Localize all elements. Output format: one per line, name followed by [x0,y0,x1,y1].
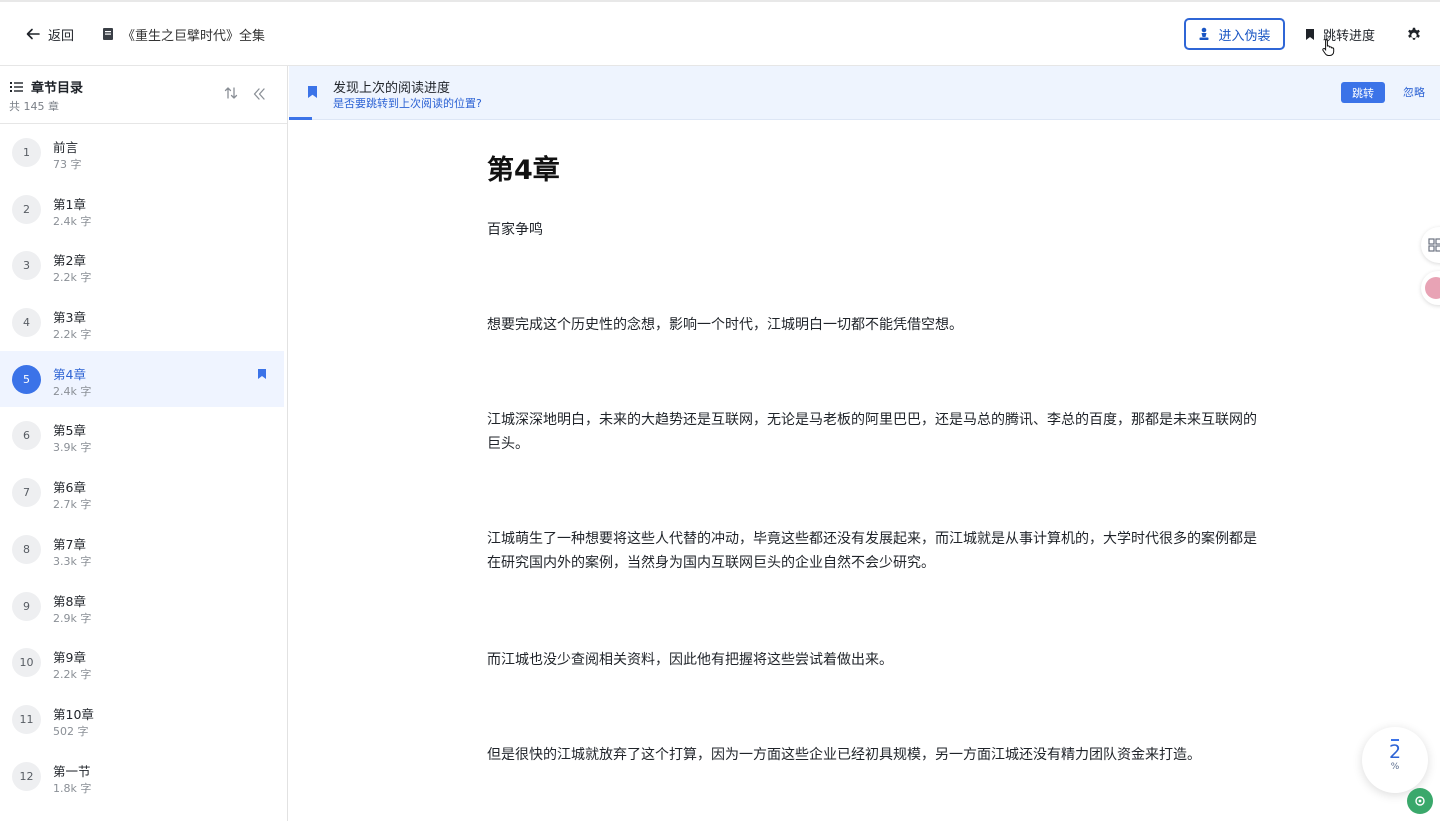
paragraph: 但是很快的江城就放弃了这个打算，因为一方面这些企业已经初具规模，另一方面江城还没… [487,747,1201,763]
floating-action-button[interactable] [1407,788,1433,814]
chapter-number: 3 [12,251,41,281]
chess-pawn-icon [1199,27,1209,40]
chapter-number: 2 [12,194,41,224]
chapter-title: 第一节 [53,763,91,779]
chapter-number: 11 [12,704,41,734]
avatar [1425,277,1440,299]
chapter-title: 第6章 [53,480,86,496]
sort-icon[interactable] [224,86,238,100]
progress-unit: % [1390,762,1400,772]
sidebar-item-chapter[interactable]: 11 第10章 502 字 [0,691,284,748]
chapter-word-count: 2.9k 字 [53,611,92,625]
bookmark-icon [308,86,317,98]
chapter-number: 9 [12,591,41,621]
progress-value: 2 [1388,741,1402,763]
sidebar-title: 章节目录 [10,77,83,96]
back-button[interactable]: 返回 [26,25,74,44]
jump-progress-button[interactable]: 跳转进度 [1305,25,1375,44]
chapter-word-count: 2.2k 字 [53,328,92,342]
banner-ignore-button[interactable]: 忽略 [1403,84,1425,100]
chapter-list: 1 前言 73 字 2 第1章 2.4k 字 3 第2章 2.2k 字 4 第3章 2.2k 字 5 第4… [0,124,287,804]
arrow-left-icon [26,28,40,40]
paragraph: 想要完成这个历史性的念想，影响一个时代，江城明白一切都不能凭借空想。 [487,317,963,333]
chapter-title: 第8章 [53,593,86,609]
top-bar-right: 进入伪装 跳转进度 [1183,2,1440,66]
chapter-word-count: 2.4k 字 [53,214,92,228]
chapter-word-count: 1.8k 字 [53,781,92,795]
resume-reading-banner: 发现上次的阅读进度 是否要跳转到上次阅读的位置? 跳转 忽略 [289,66,1440,120]
banner-subtitle: 是否要跳转到上次阅读的位置? [333,97,482,110]
chapter-number: 4 [12,308,41,338]
hand-cursor-icon [1322,39,1335,56]
disguise-button[interactable]: 进入伪装 [1183,18,1285,50]
chapter-title: 第5章 [53,423,86,439]
sidebar-item-chapter[interactable]: 8 第7章 3.3k 字 [0,521,284,578]
paragraph: 而江城也没少查阅相关资料，因此他有把握将这些尝试着做出来。 [487,652,893,668]
gear-icon[interactable] [1405,25,1423,43]
banner-title: 发现上次的阅读进度 [333,81,451,96]
sidebar-item-chapter[interactable]: 9 第8章 2.9k 字 [0,578,284,635]
sidebar-item-chapter[interactable]: 2 第1章 2.4k 字 [0,181,284,238]
back-label: 返回 [48,28,75,44]
book-title: 《重生之巨擘时代》全集 [102,25,265,44]
list-icon [10,81,23,92]
sidebar-item-chapter[interactable]: 12 第一节 1.8k 字 [0,748,284,805]
sidebar-item-chapter[interactable]: 7 第6章 2.7k 字 [0,464,284,521]
paragraph: 江城萌生了一种想要将这些人代替的冲动，毕竟这些都还没有发展起来，而江城就是从事计… [487,531,1257,571]
chapter-number: 12 [12,761,41,791]
grid-tool-button[interactable] [1421,227,1440,263]
chapter-word-count: 3.3k 字 [53,554,92,568]
sidebar-item-chapter[interactable]: 3 第2章 2.2k 字 [0,237,284,294]
chapter-title: 第9章 [53,650,86,666]
paragraph: 百家争鸣 [487,222,543,238]
sidebar-item-chapter[interactable]: 1 前言 73 字 [0,124,284,181]
chapter-title: 第3章 [53,310,86,326]
chapter-title: 第4章 [53,366,86,382]
assistant-button[interactable] [1421,271,1440,305]
reader-content: 第4章 百家争鸣 想要完成这个历史性的念想，影响一个时代，江城明白一切都不能凭借… [487,130,1257,763]
chapter-number: 8 [12,534,41,564]
paragraph: 江城深深地明白，未来的大趋势还是互联网，无论是马老板的阿里巴巴，还是马总的腾讯、… [487,412,1257,452]
sidebar-item-chapter[interactable]: 5 第4章 2.4k 字 [0,350,284,408]
chapter-word-count: 2.2k 字 [53,271,92,285]
banner-jump-button[interactable]: 跳转 [1341,82,1385,103]
chapter-sidebar: 章节目录 共 145 章 1 前言 73 字 2 第1章 2.4k 字 3 第2章 2.2k 字… [0,66,288,821]
chapter-title: 前言 [53,140,79,155]
chapter-word-count: 3.9k 字 [53,441,92,455]
chapter-title: 第2章 [53,253,86,269]
collapse-sidebar-icon[interactable] [252,87,266,101]
chapter-count: 共 145 章 [9,100,59,113]
sidebar-item-chapter[interactable]: 4 第3章 2.2k 字 [0,294,284,351]
disguise-label: 进入伪装 [1218,28,1271,44]
chapter-title: 第7章 [53,536,86,552]
chapter-word-count: 2.4k 字 [53,384,92,398]
chapter-word-count: 502 字 [53,724,89,738]
chapter-word-count: 2.2k 字 [53,668,92,682]
sidebar-item-chapter[interactable]: 6 第5章 3.9k 字 [0,407,284,464]
sidebar-header: 章节目录 共 145 章 [0,66,287,124]
top-bar: 返回 《重生之巨擘时代》全集 进入伪装 跳转进度 [0,0,1440,66]
chapter-number: 5 [12,364,41,394]
chapter-title: 第10章 [53,706,94,722]
chapter-title: 第1章 [53,196,86,212]
sidebar-title-text: 章节目录 [31,81,84,96]
bookmark-icon [1305,28,1314,40]
book-icon [103,28,114,40]
book-title-text: 《重生之巨擘时代》全集 [122,28,266,44]
reading-progress-bar [289,117,312,120]
chapter-number: 6 [12,421,41,451]
chapter-number: 10 [12,648,41,678]
chapter-heading: 第4章 [487,155,560,186]
top-bar-left: 返回 《重生之巨擘时代》全集 [26,2,265,66]
sidebar-item-chapter[interactable]: 10 第9章 2.2k 字 [0,634,284,691]
bookmark-icon [258,368,266,379]
grid-icon [1428,238,1440,252]
progress-indicator[interactable]: 2 % [1362,727,1428,793]
chapter-word-count: 73 字 [53,158,82,171]
target-icon [1415,796,1425,806]
chapter-word-count: 2.7k 字 [53,498,92,512]
chapter-number: 1 [12,138,41,167]
chapter-number: 7 [12,478,41,508]
